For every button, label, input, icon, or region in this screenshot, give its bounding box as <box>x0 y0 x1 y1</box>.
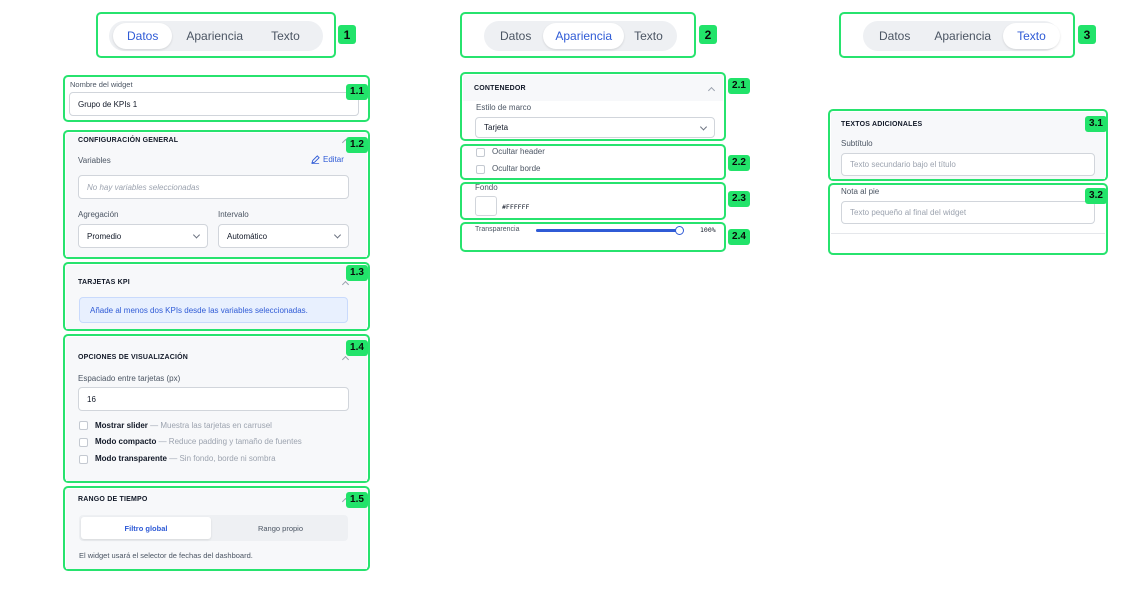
own-range-option[interactable]: Rango propio <box>215 517 346 539</box>
interval-label: Intervalo <box>218 210 249 219</box>
footer-note-placeholder: Texto pequeño al final del widget <box>850 208 967 217</box>
compact-mode-checkbox[interactable] <box>79 438 88 447</box>
frame-style-value: Tarjeta <box>484 123 509 132</box>
annotation-box-2-3 <box>460 182 726 220</box>
variables-empty-field[interactable]: No hay variables seleccionadas <box>78 175 349 199</box>
badge-1: 1 <box>338 25 356 44</box>
background-color-swatch[interactable] <box>475 196 497 216</box>
chevron-down-icon <box>333 231 342 239</box>
footer-note-label: Nota al pie <box>841 187 880 196</box>
transparency-slider-track[interactable] <box>536 226 684 235</box>
hide-header-checkbox[interactable] <box>476 148 485 157</box>
option-name: Modo transparente <box>95 454 168 463</box>
transparent-mode-option: Modo transparente — Sin fondo, borde ni … <box>95 454 276 463</box>
badge-1-5: 1.5 <box>346 492 368 508</box>
badge-2: 2 <box>699 25 717 44</box>
show-slider-checkbox[interactable] <box>79 421 88 430</box>
tab-texto[interactable]: Texto <box>257 23 314 49</box>
badge-1-3: 1.3 <box>346 265 368 281</box>
badge-1-4: 1.4 <box>346 340 368 356</box>
badge-3-1: 3.1 <box>1085 116 1107 132</box>
transparency-value: 100% <box>700 226 716 234</box>
tab-datos[interactable]: Datos <box>488 23 543 49</box>
footer-note-input[interactable]: Texto pequeño al final del widget <box>841 201 1095 224</box>
badge-1-2: 1.2 <box>346 137 368 153</box>
tab-datos[interactable]: Datos <box>867 23 922 49</box>
edit-variables-button[interactable]: Editar <box>311 155 344 164</box>
global-filter-option[interactable]: Filtro global <box>81 517 211 539</box>
time-range-title: RANGO DE TIEMPO <box>78 496 148 503</box>
show-slider-option: Mostrar slider — Muestra las tarjetas en… <box>95 421 272 430</box>
edit-label: Editar <box>323 155 344 164</box>
option-name: Modo compacto <box>95 437 157 446</box>
badge-2-4: 2.4 <box>728 229 750 245</box>
badge-3-2: 3.2 <box>1085 188 1107 204</box>
aggregation-select[interactable]: Promedio <box>78 224 208 248</box>
chevron-down-icon <box>699 122 708 131</box>
background-label: Fondo <box>475 183 498 192</box>
tab-datos[interactable]: Datos <box>113 23 173 49</box>
tab-texto[interactable]: Texto <box>1003 23 1060 49</box>
general-config-title: CONFIGURACIÓN GENERAL <box>78 137 179 144</box>
badge-2-3: 2.3 <box>728 191 750 207</box>
background-color-value: #FFFFFF <box>502 203 530 211</box>
display-options-title: OPCIONES DE VISUALIZACIÓN <box>78 354 189 361</box>
spacing-label: Espaciado entre tarjetas (px) <box>78 374 181 383</box>
container-title: CONTENEDOR <box>474 85 526 92</box>
badge-1-1: 1.1 <box>346 84 368 100</box>
subtitle-input[interactable]: Texto secundario bajo el título <box>841 153 1095 176</box>
badge-2-1: 2.1 <box>728 78 750 94</box>
hide-border-checkbox[interactable] <box>476 165 485 174</box>
pencil-icon <box>311 155 320 164</box>
additional-texts-title: TEXTOS ADICIONALES <box>841 121 923 128</box>
interval-value: Automático <box>227 231 268 241</box>
transparency-slider-fill <box>536 229 680 232</box>
tab-bar-apariencia-view: Datos Apariencia Texto <box>484 21 677 51</box>
spacing-input[interactable]: 16 <box>78 387 349 411</box>
transparency-slider-handle[interactable] <box>675 226 684 235</box>
kpi-notice: Añade al menos dos KPIs desde las variab… <box>79 297 348 323</box>
frame-style-label: Estilo de marco <box>476 103 532 112</box>
time-range-note: El widget usará el selector de fechas de… <box>79 551 253 560</box>
transparent-mode-checkbox[interactable] <box>79 455 88 464</box>
variables-label: Variables <box>78 156 111 165</box>
option-desc: — Muestra las tarjetas en carrusel <box>147 421 272 430</box>
compact-mode-option: Modo compacto — Reduce padding y tamaño … <box>95 437 302 446</box>
hide-border-label: Ocultar borde <box>492 164 541 173</box>
hide-header-label: Ocultar header <box>492 147 545 156</box>
badge-3: 3 <box>1078 25 1096 44</box>
widget-name-input[interactable]: Grupo de KPIs 1 <box>69 92 359 116</box>
subtitle-label: Subtítulo <box>841 139 873 148</box>
aggregation-value: Promedio <box>87 231 122 241</box>
tab-apariencia[interactable]: Apariencia <box>172 23 257 49</box>
transparency-label: Transparencia <box>475 226 520 233</box>
footer-divider <box>831 233 1105 234</box>
tab-bar-datos-view: Datos Apariencia Texto <box>109 21 323 51</box>
option-desc: — Sin fondo, borde ni sombra <box>167 454 276 463</box>
subtitle-placeholder: Texto secundario bajo el título <box>850 160 956 169</box>
tab-texto[interactable]: Texto <box>624 23 673 49</box>
badge-2-2: 2.2 <box>728 155 750 171</box>
interval-select[interactable]: Automático <box>218 224 349 248</box>
tab-bar-texto-view: Datos Apariencia Texto <box>863 21 1060 51</box>
chevron-down-icon <box>192 231 201 239</box>
widget-name-label: Nombre del widget <box>70 80 133 89</box>
tab-apariencia[interactable]: Apariencia <box>543 23 625 49</box>
frame-style-select[interactable]: Tarjeta <box>475 117 715 138</box>
tab-apariencia[interactable]: Apariencia <box>922 23 1003 49</box>
kpi-cards-title: TARJETAS KPI <box>78 279 130 286</box>
option-desc: — Reduce padding y tamaño de fuentes <box>156 437 302 446</box>
aggregation-label: Agregación <box>78 210 119 219</box>
option-name: Mostrar slider <box>95 421 148 430</box>
